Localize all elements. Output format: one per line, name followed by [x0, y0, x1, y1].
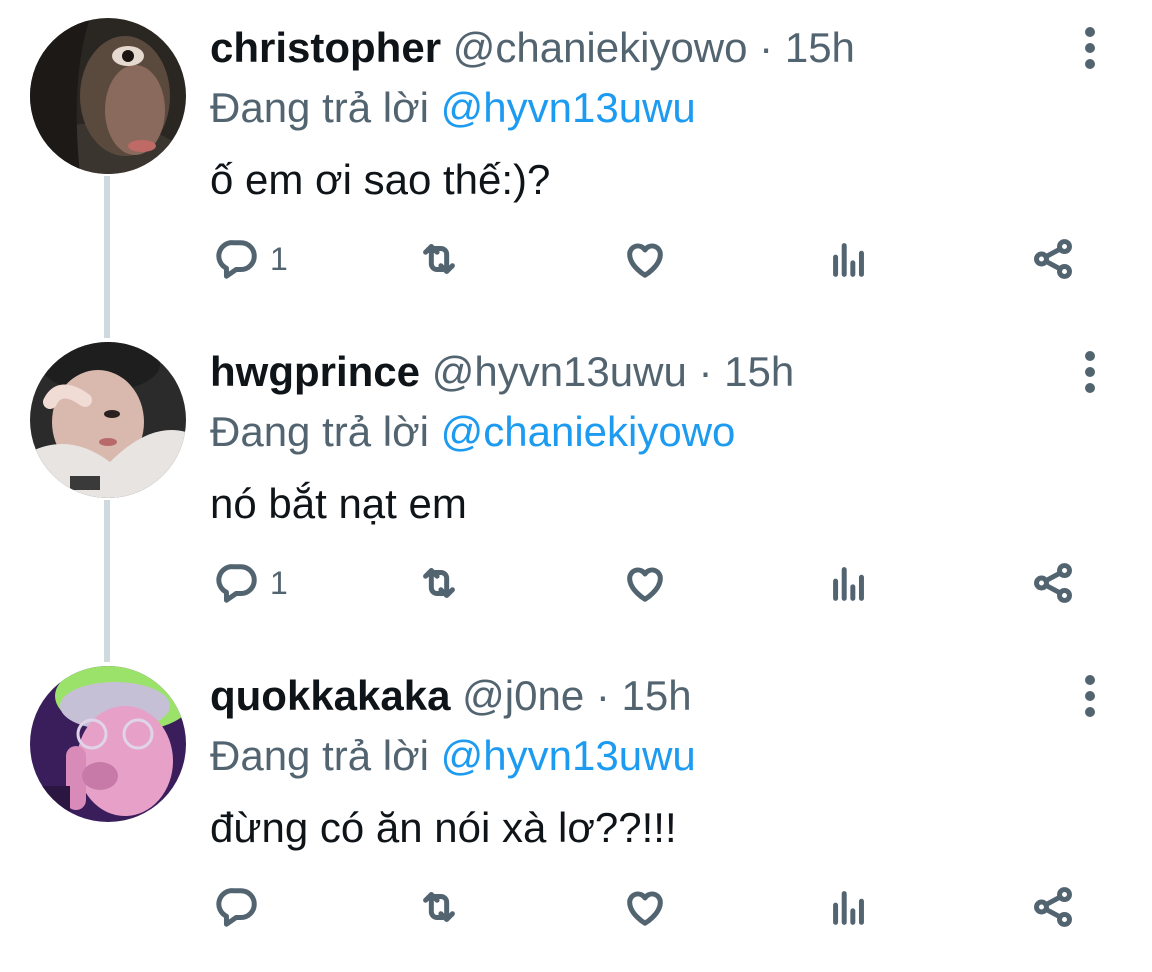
replying-prefix: Đang trả lời — [210, 84, 429, 131]
separator: · — [759, 24, 774, 71]
replying-prefix: Đang trả lời — [210, 408, 429, 455]
more-icon[interactable] — [1068, 348, 1112, 396]
like-button[interactable] — [622, 224, 668, 294]
tweet-header: quokkakaka @j0ne · 15h — [210, 670, 692, 722]
timestamp[interactable]: 15h — [622, 672, 692, 719]
analytics-button[interactable] — [826, 224, 872, 294]
reply-icon — [216, 564, 257, 603]
share-button[interactable] — [1030, 224, 1076, 294]
replying-to-handle[interactable]: @chaniekiyowo — [441, 408, 736, 455]
user-handle[interactable]: @j0ne — [462, 672, 584, 719]
like-icon — [627, 891, 663, 926]
display-name[interactable]: christopher — [210, 24, 441, 71]
action-bar — [0, 872, 1152, 942]
tweet-text: đừng có ăn nói xà lơ??!!! — [210, 804, 677, 851]
retweet-icon — [423, 244, 455, 274]
analytics-icon — [833, 243, 864, 277]
share-icon — [1034, 563, 1072, 603]
share-icon — [1034, 887, 1072, 927]
retweet-icon — [423, 892, 455, 922]
replying-prefix: Đang trả lời — [210, 732, 429, 779]
share-button[interactable] — [1030, 548, 1076, 618]
share-button[interactable] — [1030, 872, 1076, 942]
replying-to: Đang trả lời @hyvn13uwu — [210, 730, 696, 782]
tweet-header: christopher @chaniekiyowo · 15h — [210, 22, 855, 74]
retweet-icon — [423, 568, 455, 598]
share-icon — [1034, 239, 1072, 279]
separator: · — [595, 672, 610, 719]
replying-to: Đang trả lời @chaniekiyowo — [210, 406, 735, 458]
tweet-text: ố em ơi sao thế:)? — [210, 156, 551, 203]
analytics-icon — [833, 567, 864, 601]
separator: · — [698, 348, 713, 395]
more-icon[interactable] — [1068, 24, 1112, 72]
reply-button[interactable] — [214, 872, 270, 942]
like-button[interactable] — [622, 872, 668, 942]
timestamp[interactable]: 15h — [724, 348, 794, 395]
action-bar: 1 — [0, 224, 1152, 294]
avatar[interactable] — [30, 342, 186, 498]
avatar[interactable] — [30, 666, 186, 822]
retweet-button[interactable] — [416, 224, 462, 294]
analytics-button[interactable] — [826, 548, 872, 618]
replying-to: Đang trả lời @hyvn13uwu — [210, 82, 696, 134]
analytics-icon — [833, 891, 864, 925]
reply-count: 1 — [270, 564, 288, 601]
timestamp[interactable]: 15h — [785, 24, 855, 71]
display-name[interactable]: hwgprince — [210, 348, 420, 395]
replying-to-handle[interactable]: @hyvn13uwu — [441, 732, 696, 779]
analytics-button[interactable] — [826, 872, 872, 942]
tweet[interactable]: quokkakaka @j0ne · 15h Đang trả lời @hyv… — [0, 648, 1152, 972]
replying-to-handle[interactable]: @hyvn13uwu — [441, 84, 696, 131]
tweet-text: nó bắt nạt em — [210, 480, 467, 527]
user-handle[interactable]: @hyvn13uwu — [432, 348, 687, 395]
avatar[interactable] — [30, 18, 186, 174]
tweet[interactable]: christopher @chaniekiyowo · 15h Đang trả… — [0, 0, 1152, 324]
user-handle[interactable]: @chaniekiyowo — [453, 24, 748, 71]
reply-button[interactable]: 1 — [214, 548, 288, 618]
retweet-button[interactable] — [416, 872, 462, 942]
reply-button[interactable]: 1 — [214, 224, 288, 294]
action-bar: 1 — [0, 548, 1152, 618]
like-button[interactable] — [622, 548, 668, 618]
like-icon — [627, 243, 663, 278]
retweet-button[interactable] — [416, 548, 462, 618]
reply-count: 1 — [270, 240, 288, 277]
display-name[interactable]: quokkakaka — [210, 672, 450, 719]
tweet-header: hwgprince @hyvn13uwu · 15h — [210, 346, 794, 398]
tweet[interactable]: hwgprince @hyvn13uwu · 15h Đang trả lời … — [0, 324, 1152, 648]
like-icon — [627, 567, 663, 602]
reply-icon — [216, 240, 257, 279]
more-icon[interactable] — [1068, 672, 1112, 720]
reply-icon — [216, 888, 257, 927]
